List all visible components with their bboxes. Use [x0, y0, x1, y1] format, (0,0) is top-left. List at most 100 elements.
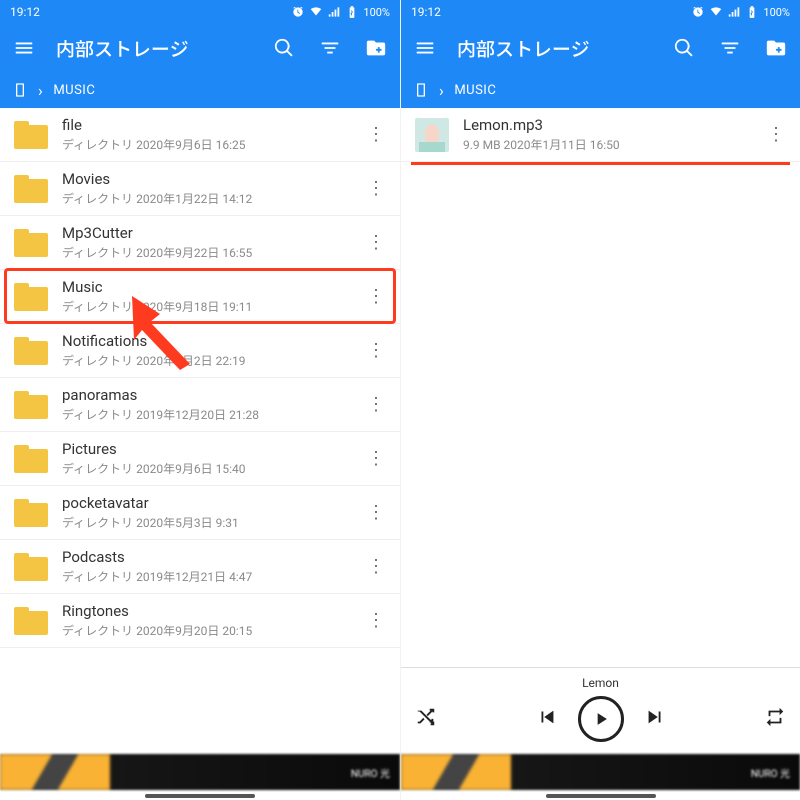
folder-list[interactable]: file ディレクトリ 2020年9月6日 16:25 ⋮ Movies ディレ… [0, 108, 400, 800]
list-item[interactable]: Podcasts ディレクトリ 2019年12月21日 4:47 ⋮ [0, 540, 400, 594]
new-folder-icon [765, 37, 787, 59]
folder-name: Music [62, 278, 352, 296]
repeat-button[interactable] [764, 706, 786, 732]
list-item[interactable]: Lemon.mp3 9.9 MB 2020年1月11日 16:50 ⋮ [401, 108, 800, 162]
folder-meta: ディレクトリ 2020年9月6日 16:25 [62, 136, 352, 153]
overflow-button[interactable]: ⋮ [366, 394, 386, 415]
folder-meta: ディレクトリ 2019年12月20日 21:28 [62, 406, 352, 423]
play-icon [591, 709, 611, 729]
next-button[interactable] [644, 706, 666, 732]
overflow-button[interactable]: ⋮ [366, 448, 386, 469]
search-icon [273, 37, 295, 59]
status-bar: 19:12 100% [0, 0, 400, 24]
folder-meta: ディレクトリ 2020年9月6日 15:40 [62, 460, 352, 477]
hamburger-icon [414, 37, 436, 59]
folder-meta: ディレクトリ 2020年9月22日 16:55 [62, 244, 352, 261]
folder-icon [14, 391, 48, 419]
signal-icon [327, 5, 341, 19]
new-folder-button[interactable] [362, 34, 390, 62]
battery-icon [745, 5, 759, 19]
breadcrumb[interactable]: › MUSIC [401, 72, 800, 108]
signal-icon [727, 5, 741, 19]
list-item[interactable]: Pictures ディレクトリ 2020年9月6日 15:40 ⋮ [0, 432, 400, 486]
mini-player: Lemon [401, 667, 800, 754]
overflow-button[interactable]: ⋮ [366, 340, 386, 361]
overflow-button[interactable]: ⋮ [366, 610, 386, 631]
shuffle-button[interactable] [415, 706, 437, 732]
folder-icon [14, 553, 48, 581]
menu-button[interactable] [411, 34, 439, 62]
chevron-right-icon: › [38, 81, 43, 100]
list-item[interactable]: file ディレクトリ 2020年9月6日 16:25 ⋮ [0, 108, 400, 162]
folder-name: Ringtones [62, 602, 352, 620]
status-time: 19:12 [411, 5, 441, 19]
breadcrumb-path: MUSIC [454, 83, 496, 98]
left-pane: 19:12 100% 内部ストレージ › MUSIC file ディ [0, 0, 400, 800]
sort-icon [719, 37, 741, 59]
app-title: 内部ストレージ [56, 35, 252, 62]
app-title: 内部ストレージ [457, 35, 652, 62]
status-icons: 100% [691, 5, 790, 19]
skip-next-icon [644, 706, 666, 728]
repeat-icon [764, 706, 786, 728]
overflow-button[interactable]: ⋮ [366, 286, 386, 307]
breadcrumb-path: MUSIC [53, 83, 95, 98]
list-item[interactable]: panoramas ディレクトリ 2019年12月20日 21:28 ⋮ [0, 378, 400, 432]
folder-icon [14, 283, 48, 311]
file-name: Lemon.mp3 [463, 116, 752, 134]
prev-button[interactable] [536, 706, 558, 732]
app-bar: 内部ストレージ [0, 24, 400, 72]
status-bar: 19:12 100% [401, 0, 800, 24]
list-item[interactable]: pocketavatar ディレクトリ 2020年5月3日 9:31 ⋮ [0, 486, 400, 540]
overflow-button[interactable]: ⋮ [366, 502, 386, 523]
play-button[interactable] [578, 696, 624, 742]
list-item[interactable]: Movies ディレクトリ 2020年1月22日 14:12 ⋮ [0, 162, 400, 216]
list-item[interactable]: Notifications ディレクトリ 2020年9月2日 22:19 ⋮ [0, 324, 400, 378]
new-folder-icon [365, 37, 387, 59]
new-folder-button[interactable] [762, 34, 790, 62]
nav-pill[interactable] [546, 794, 656, 798]
overflow-button[interactable]: ⋮ [366, 124, 386, 145]
track-title: Lemon [582, 676, 619, 690]
overflow-button[interactable]: ⋮ [366, 556, 386, 577]
folder-icon [14, 121, 48, 149]
file-meta: 9.9 MB 2020年1月11日 16:50 [463, 136, 752, 153]
device-icon [12, 80, 28, 100]
menu-button[interactable] [10, 34, 38, 62]
album-art-icon [415, 118, 449, 152]
search-button[interactable] [270, 34, 298, 62]
folder-name: file [62, 116, 352, 134]
folder-icon [14, 499, 48, 527]
folder-icon [14, 445, 48, 473]
shuffle-icon [415, 706, 437, 728]
folder-icon [14, 607, 48, 635]
folder-icon [14, 337, 48, 365]
nav-pill[interactable] [145, 794, 255, 798]
sort-button[interactable] [316, 34, 344, 62]
folder-name: panoramas [62, 386, 352, 404]
ad-banner[interactable]: NURO 光 [401, 754, 800, 790]
right-pane: 19:12 100% 内部ストレージ › MUSIC [400, 0, 800, 800]
list-item[interactable]: Mp3Cutter ディレクトリ 2020年9月22日 16:55 ⋮ [0, 216, 400, 270]
folder-name: Pictures [62, 440, 352, 458]
skip-prev-icon [536, 706, 558, 728]
wifi-icon [709, 5, 723, 19]
folder-icon [14, 175, 48, 203]
list-item[interactable]: Ringtones ディレクトリ 2020年9月20日 20:15 ⋮ [0, 594, 400, 648]
folder-meta: ディレクトリ 2020年9月20日 20:15 [62, 622, 352, 639]
alarm-icon [291, 5, 305, 19]
overflow-button[interactable]: ⋮ [766, 124, 786, 145]
list-item[interactable]: Music ディレクトリ 2020年9月18日 19:11 ⋮ [0, 270, 400, 324]
folder-name: pocketavatar [62, 494, 352, 512]
device-icon [413, 80, 429, 100]
folder-icon [14, 229, 48, 257]
ad-banner[interactable]: NURO 光 [0, 754, 400, 790]
overflow-button[interactable]: ⋮ [366, 178, 386, 199]
breadcrumb[interactable]: › MUSIC [0, 72, 400, 108]
folder-meta: ディレクトリ 2019年12月21日 4:47 [62, 568, 352, 585]
sort-button[interactable] [716, 34, 744, 62]
overflow-button[interactable]: ⋮ [366, 232, 386, 253]
folder-name: Podcasts [62, 548, 352, 566]
search-button[interactable] [670, 34, 698, 62]
sort-icon [319, 37, 341, 59]
